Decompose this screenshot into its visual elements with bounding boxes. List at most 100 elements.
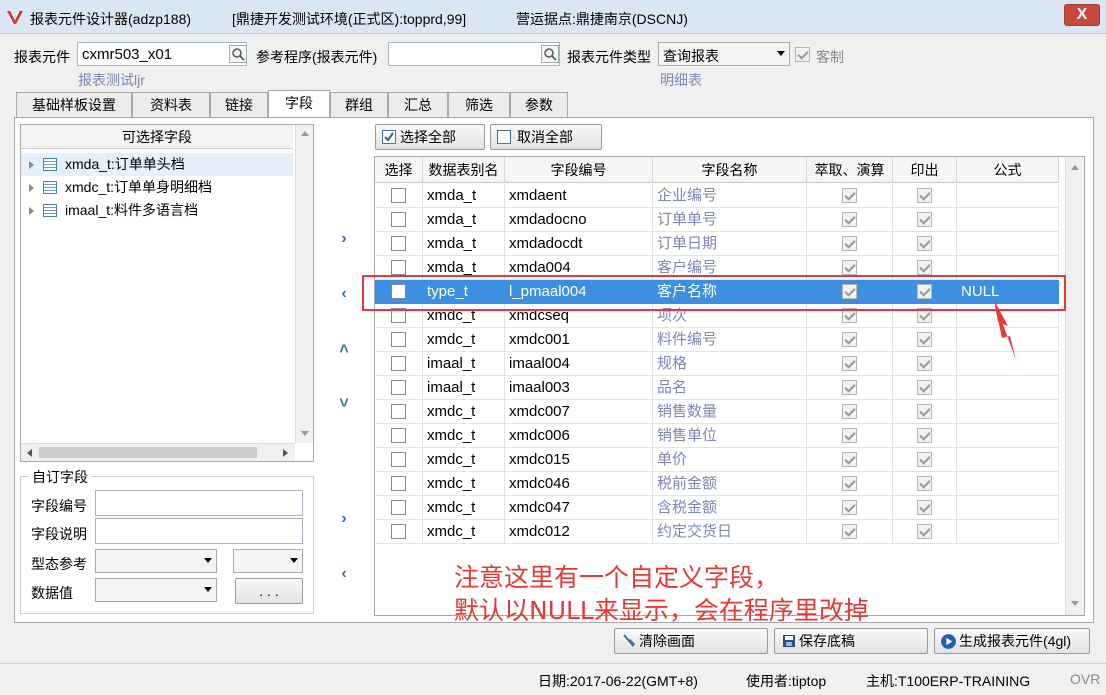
table-row[interactable]: xmdc_t xmdc001 料件编号 [375, 328, 1059, 352]
tree-item-xmdc[interactable]: xmdc_t:订单单身明细档 [21, 176, 293, 199]
data-value-browse-button[interactable]: . . . [235, 578, 303, 604]
table-row[interactable]: xmdc_t xmdc047 含税金额 [375, 496, 1059, 520]
scroll-up-icon[interactable] [1071, 165, 1079, 170]
remove-field-arrow-icon[interactable]: ‹ [336, 286, 352, 302]
table-row[interactable]: xmdc_t xmdc046 税前金额 [375, 472, 1059, 496]
print-checkbox[interactable] [917, 380, 932, 395]
print-checkbox[interactable] [917, 404, 932, 419]
sel-checkbox[interactable] [391, 476, 406, 491]
print-checkbox[interactable] [917, 332, 932, 347]
column-header-extract[interactable]: 萃取、演算 [807, 157, 893, 183]
tab-params[interactable]: 参数 [510, 92, 568, 117]
extract-checkbox[interactable] [842, 452, 857, 467]
tab-tables[interactable]: 资料表 [132, 92, 210, 117]
column-header-formula[interactable]: 公式 [957, 157, 1059, 183]
print-checkbox[interactable] [917, 476, 932, 491]
remove-custom-field-arrow-icon[interactable]: ‹ [336, 566, 352, 582]
sel-checkbox[interactable] [391, 428, 406, 443]
sel-checkbox[interactable] [391, 500, 406, 515]
ref-program-lookup-button[interactable] [541, 45, 559, 63]
expand-icon[interactable] [29, 207, 34, 215]
column-header-code[interactable]: 字段编号 [505, 157, 653, 183]
print-checkbox[interactable] [917, 452, 932, 467]
type-ref-select[interactable] [95, 549, 217, 573]
table-row[interactable]: xmda_t xmdaent 企业编号 [375, 184, 1059, 208]
sel-checkbox[interactable] [391, 212, 406, 227]
print-checkbox[interactable] [917, 524, 932, 539]
tab-fields[interactable]: 字段 [268, 90, 330, 118]
sel-checkbox[interactable] [391, 260, 406, 275]
field-desc-input[interactable] [95, 518, 303, 544]
data-value-select[interactable] [95, 578, 217, 602]
table-row[interactable]: xmdc_t xmdc015 单价 [375, 448, 1059, 472]
extract-checkbox[interactable] [842, 380, 857, 395]
extract-checkbox[interactable] [842, 476, 857, 491]
tab-summary[interactable]: 汇总 [388, 92, 448, 117]
sel-checkbox[interactable] [391, 452, 406, 467]
extract-checkbox[interactable] [842, 212, 857, 227]
extract-checkbox[interactable] [842, 356, 857, 371]
column-header-alias[interactable]: 数据表别名 [423, 157, 505, 183]
tree-item-imaal[interactable]: imaal_t:料件多语言档 [21, 199, 293, 222]
print-checkbox[interactable] [917, 212, 932, 227]
generate-component-button[interactable]: 生成报表元件(4gl) [934, 628, 1090, 654]
table-row[interactable]: xmda_t xmdadocno 订单单号 [375, 208, 1059, 232]
cancel-all-button[interactable]: 取消全部 [490, 124, 602, 150]
table-row[interactable]: imaal_t imaal003 品名 [375, 376, 1059, 400]
sel-checkbox[interactable] [391, 236, 406, 251]
sel-checkbox[interactable] [391, 404, 406, 419]
move-up-arrow-icon[interactable]: ˄ [336, 342, 352, 358]
print-checkbox[interactable] [917, 428, 932, 443]
tree-vertical-scrollbar[interactable] [295, 125, 313, 443]
extract-checkbox[interactable] [842, 260, 857, 275]
print-checkbox[interactable] [917, 236, 932, 251]
column-header-select[interactable]: 选择 [375, 157, 423, 183]
column-header-print[interactable]: 印出 [893, 157, 957, 183]
scroll-thumb[interactable] [39, 447, 257, 458]
print-checkbox[interactable] [917, 188, 932, 203]
extract-checkbox[interactable] [842, 332, 857, 347]
component-input[interactable]: cxmr503_x01 [77, 42, 247, 66]
extract-checkbox[interactable] [842, 500, 857, 515]
component-type-select[interactable]: 查询报表 [658, 42, 790, 66]
scroll-up-icon[interactable] [301, 131, 309, 136]
print-checkbox[interactable] [917, 500, 932, 515]
expand-icon[interactable] [29, 184, 34, 192]
close-button[interactable]: X [1064, 4, 1100, 26]
tab-groups[interactable]: 群组 [330, 92, 388, 117]
print-checkbox[interactable] [917, 356, 932, 371]
scroll-down-icon[interactable] [1071, 601, 1079, 606]
tree-horizontal-scrollbar[interactable] [21, 443, 295, 461]
sel-checkbox[interactable] [391, 188, 406, 203]
extract-checkbox[interactable] [842, 236, 857, 251]
sel-checkbox[interactable] [391, 332, 406, 347]
table-row[interactable]: xmdc_t xmdc012 约定交货日 [375, 520, 1059, 544]
type-ref-select-2[interactable] [233, 549, 303, 573]
table-row[interactable]: imaal_t imaal004 规格 [375, 352, 1059, 376]
tab-filter[interactable]: 筛选 [448, 92, 510, 117]
component-lookup-button[interactable] [229, 45, 247, 63]
extract-checkbox[interactable] [842, 188, 857, 203]
sel-checkbox[interactable] [391, 380, 406, 395]
expand-icon[interactable] [29, 161, 34, 169]
move-down-arrow-icon[interactable]: ˅ [336, 396, 352, 412]
scroll-down-icon[interactable] [301, 431, 309, 436]
table-row[interactable]: xmda_t xmdadocdt 订单日期 [375, 232, 1059, 256]
tab-template[interactable]: 基础样板设置 [16, 92, 132, 117]
extract-checkbox[interactable] [842, 428, 857, 443]
table-row[interactable]: xmdc_t xmdc007 销售数量 [375, 400, 1059, 424]
field-code-input[interactable] [95, 490, 303, 516]
extract-checkbox[interactable] [842, 524, 857, 539]
select-all-button[interactable]: 选择全部 [375, 124, 485, 150]
extract-checkbox[interactable] [842, 404, 857, 419]
scroll-right-icon[interactable] [283, 449, 288, 457]
custom-checkbox[interactable] [795, 47, 810, 62]
add-custom-field-arrow-icon[interactable]: › [336, 511, 352, 527]
scroll-left-icon[interactable] [27, 449, 32, 457]
add-field-arrow-icon[interactable]: › [336, 231, 352, 247]
tree-item-xmda[interactable]: xmda_t:订单单头档 [21, 153, 293, 176]
sel-checkbox[interactable] [391, 356, 406, 371]
clear-screen-button[interactable]: 清除画面 [614, 628, 768, 654]
column-header-name[interactable]: 字段名称 [653, 157, 807, 183]
print-checkbox[interactable] [917, 260, 932, 275]
